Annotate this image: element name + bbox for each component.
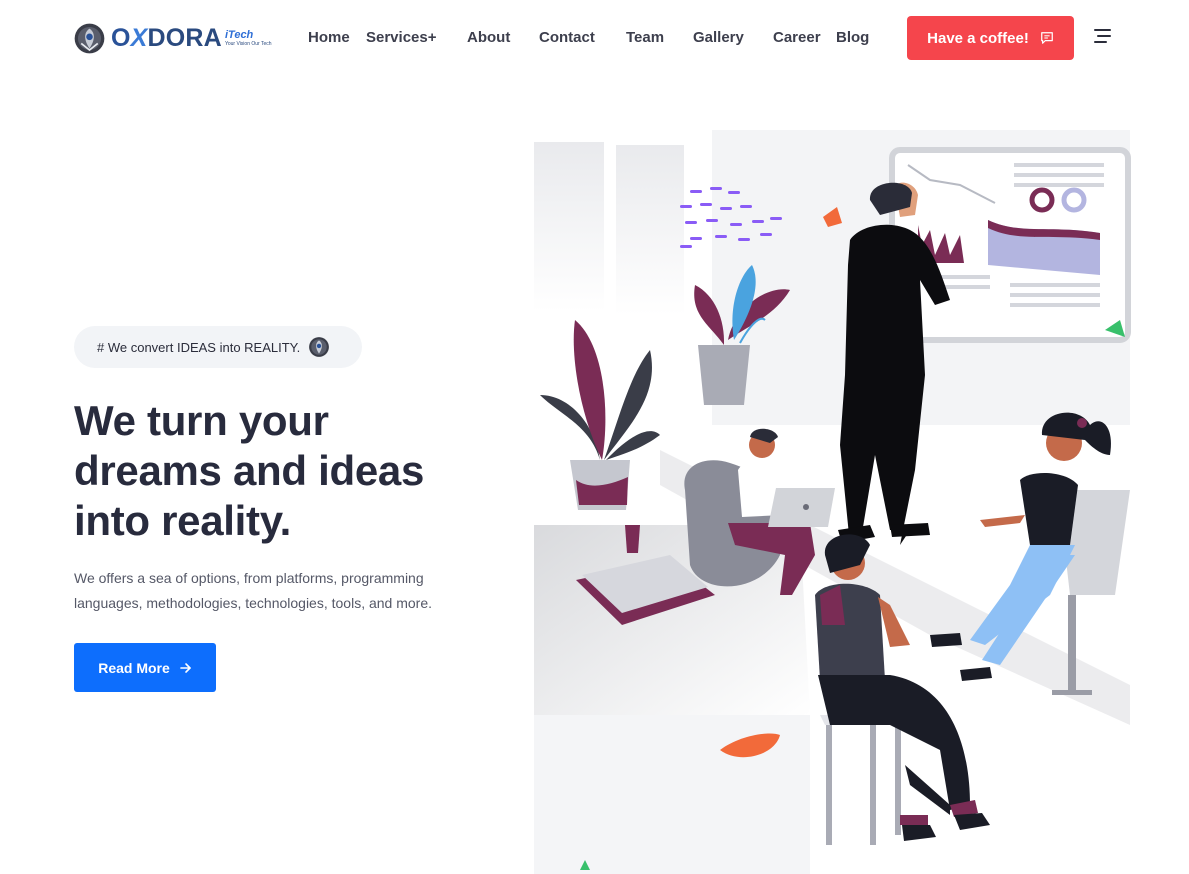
brand-tagline: Your Vision Our Tech xyxy=(224,40,272,47)
hero-tagline-text: # We convert IDEAS into REALITY. xyxy=(97,339,301,355)
brand-logo[interactable]: OXDORA iTech Your Vision Our Tech xyxy=(73,20,272,56)
read-more-label: Read More xyxy=(98,659,170,676)
brand-suffix: iTech xyxy=(224,28,254,41)
nav-team[interactable]: Team xyxy=(626,29,664,46)
have-a-coffee-button[interactable]: Have a coffee! xyxy=(907,16,1074,60)
chat-icon xyxy=(1040,32,1053,44)
site-header: OXDORA iTech Your Vision Our Tech Home S… xyxy=(0,0,1189,78)
hamburger-menu-icon[interactable] xyxy=(1093,27,1113,45)
nav-home[interactable]: Home xyxy=(308,29,350,46)
brand-wordmark: OXDORA xyxy=(111,23,222,52)
brand-emblem-icon xyxy=(309,337,330,357)
nav-gallery[interactable]: Gallery xyxy=(693,29,744,46)
nav-about[interactable]: About xyxy=(467,29,510,46)
read-more-button[interactable]: Read More xyxy=(74,643,216,692)
nav-services[interactable]: Services+ xyxy=(366,29,436,46)
nav-career[interactable]: Career xyxy=(773,29,821,46)
hero-title-line: into reality. xyxy=(74,497,292,544)
arrow-right-icon xyxy=(179,662,191,673)
hero-description: We offers a sea of options, from platfor… xyxy=(74,570,433,611)
hero-title: We turn your dreams and ideas into reali… xyxy=(74,396,494,546)
hero-title-line: We turn your xyxy=(74,397,329,444)
nav-blog[interactable]: Blog xyxy=(836,29,869,46)
cta-label: Have a coffee! xyxy=(927,29,1029,47)
hero-illustration xyxy=(534,130,1131,874)
brand-emblem-icon xyxy=(74,23,105,53)
nav-contact[interactable]: Contact xyxy=(539,29,595,46)
hero-title-line: dreams and ideas xyxy=(74,447,425,494)
hero-tagline-pill: # We convert IDEAS into REALITY. xyxy=(74,326,362,368)
